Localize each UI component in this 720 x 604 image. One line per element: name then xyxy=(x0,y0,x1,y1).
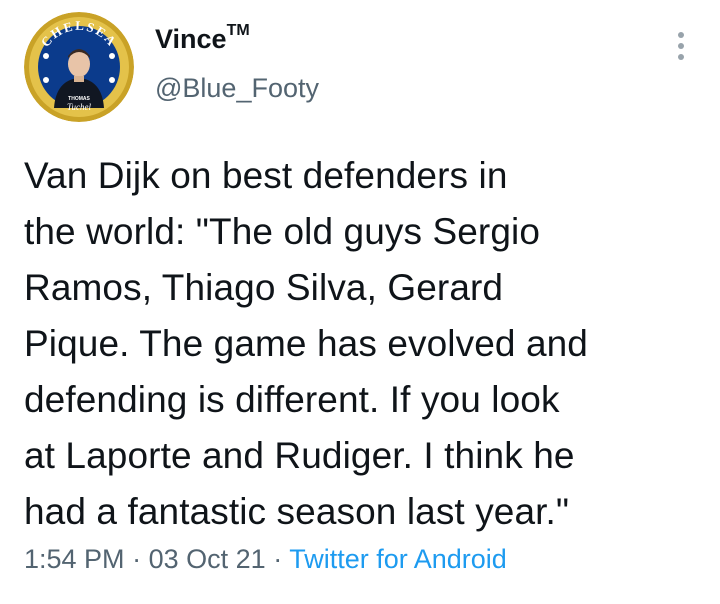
tweet-date[interactable]: 03 Oct 21 xyxy=(149,544,266,574)
tweet-time[interactable]: 1:54 PM xyxy=(24,544,125,574)
tweet-line: at Laporte and Rudiger. I think he xyxy=(24,435,575,476)
tweet-line: had a fantastic season last year." xyxy=(24,491,570,532)
tweet-line: defending is different. If you look xyxy=(24,379,560,420)
tweet-line: Ramos, Thiago Silva, Gerard xyxy=(24,267,504,308)
more-dot xyxy=(678,32,684,38)
tweet-line: Pique. The game has evolved and xyxy=(24,323,588,364)
user-handle[interactable]: @Blue_Footy xyxy=(155,73,319,104)
tweet-meta: 1:54 PM · 03 Oct 21 · Twitter for Androi… xyxy=(24,544,507,575)
more-dot xyxy=(678,54,684,60)
display-name[interactable]: VinceTM xyxy=(155,22,250,55)
meta-separator: · xyxy=(273,544,283,574)
display-name-text: Vince xyxy=(155,24,227,54)
tweet-text: Van Dijk on best defenders in the world:… xyxy=(24,148,704,540)
tweet-source-link[interactable]: Twitter for Android xyxy=(289,544,507,574)
more-dot xyxy=(678,43,684,49)
chelsea-badge-avatar-image: CHELSEA THOMAS Tuchel xyxy=(24,12,134,122)
tweet-line: the world: "The old guys Sergio xyxy=(24,211,541,252)
more-vertical-icon[interactable] xyxy=(663,26,699,66)
tweet-line: Van Dijk on best defenders in xyxy=(24,155,508,196)
avatar-signature: Tuchel xyxy=(67,102,91,112)
meta-separator: · xyxy=(132,544,142,574)
trademark-symbol: TM xyxy=(226,22,250,39)
avatar[interactable]: CHELSEA THOMAS Tuchel xyxy=(24,12,134,122)
